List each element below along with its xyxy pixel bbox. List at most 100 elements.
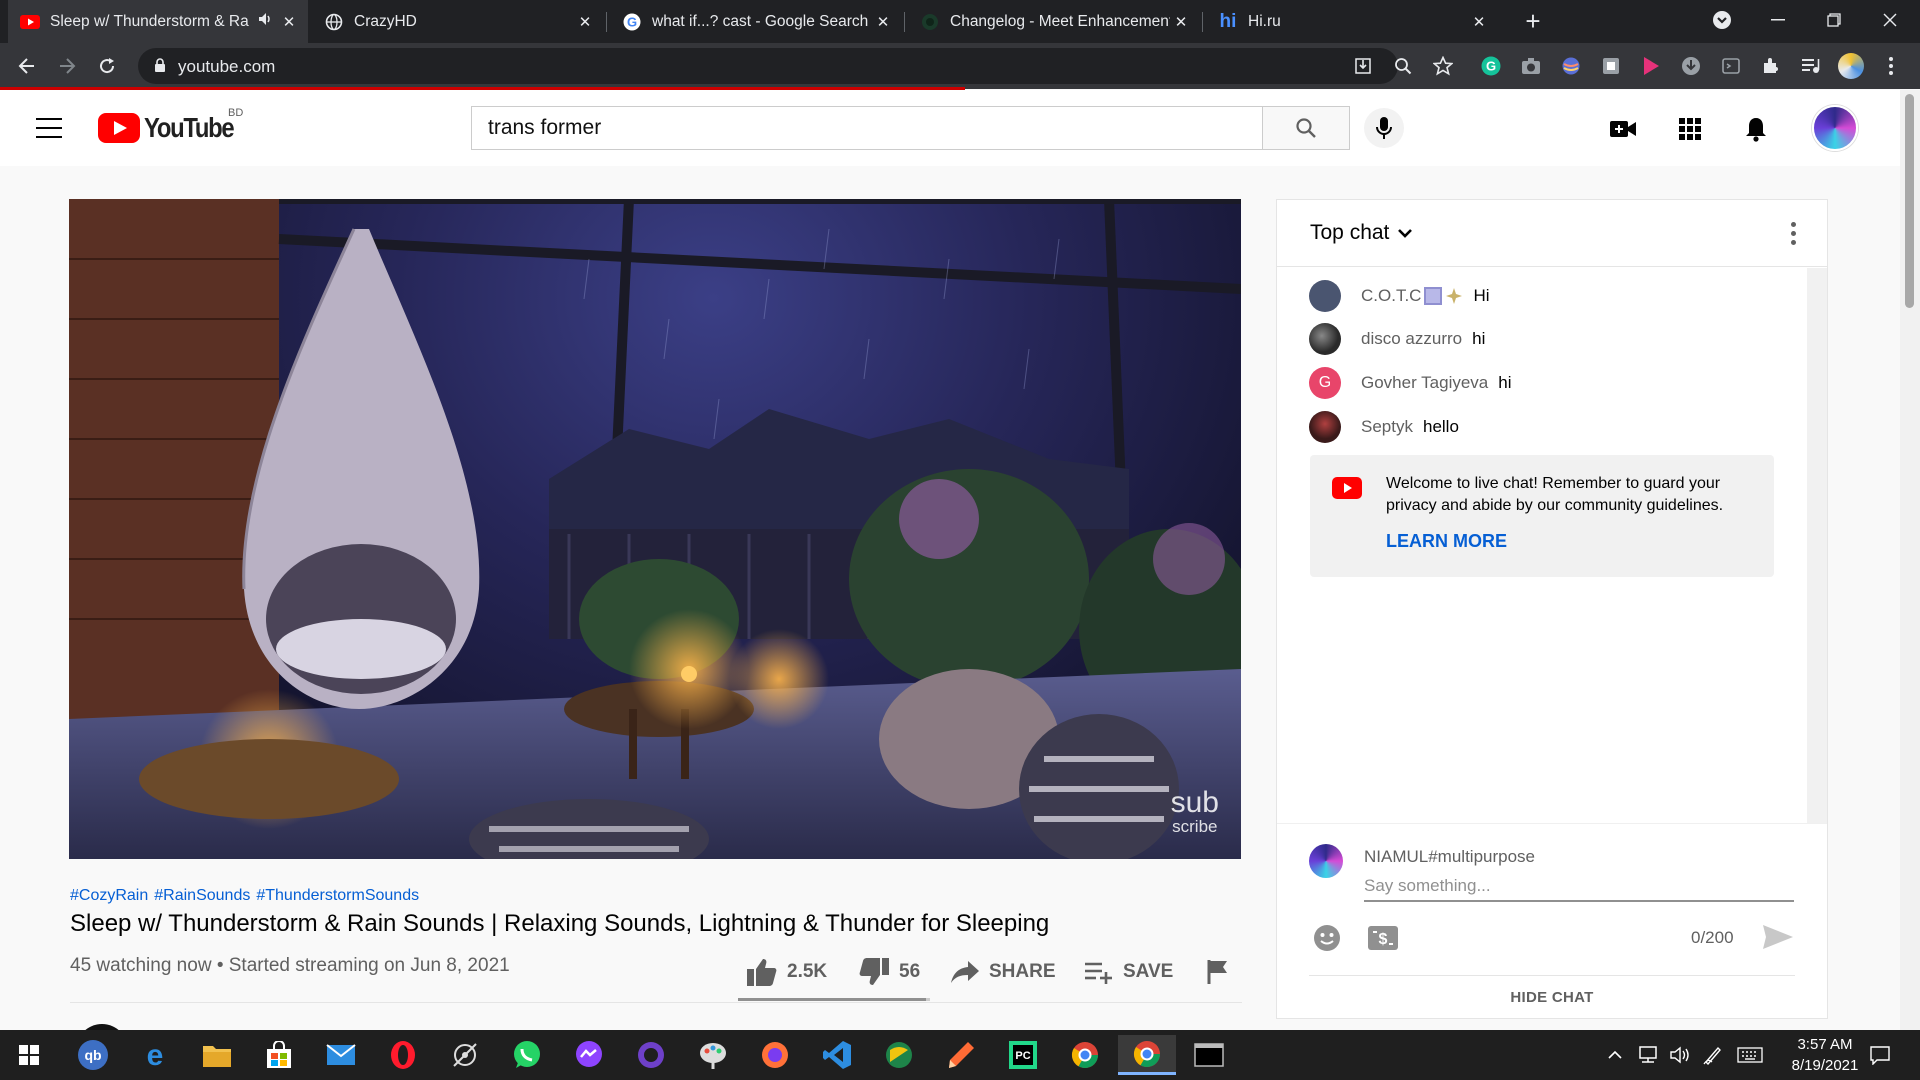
forward-button[interactable] xyxy=(52,51,82,81)
taskbar-github[interactable] xyxy=(622,1035,680,1075)
reload-button[interactable] xyxy=(92,51,122,81)
back-button[interactable] xyxy=(12,51,42,81)
chat-message-input[interactable] xyxy=(1364,874,1794,898)
chat-author[interactable]: Govher Tagiyeva xyxy=(1361,373,1488,393)
network-tray-icon[interactable] xyxy=(1630,1030,1666,1080)
show-hidden-icons[interactable] xyxy=(1598,1030,1632,1080)
taskbar-opera[interactable] xyxy=(374,1035,432,1075)
taskbar-file-explorer[interactable] xyxy=(188,1035,246,1075)
play-extension-icon[interactable] xyxy=(1640,55,1662,77)
apps-button[interactable] xyxy=(1675,114,1705,144)
chat-avatar[interactable]: G xyxy=(1309,367,1341,399)
extension-puzzle-piece-icon[interactable] xyxy=(1600,55,1622,77)
tab-hiru[interactable]: hi Hi.ru ✕ xyxy=(1206,0,1498,43)
hide-chat-button[interactable]: HIDE CHAT xyxy=(1277,989,1827,1006)
new-tab-button[interactable]: + xyxy=(1516,0,1550,43)
emoji-icon[interactable] xyxy=(1313,924,1341,957)
taskbar-chrome-active[interactable] xyxy=(1118,1035,1176,1075)
action-center-button[interactable] xyxy=(1860,1030,1900,1080)
start-button[interactable] xyxy=(0,1035,58,1075)
minimize-button[interactable] xyxy=(1750,0,1806,40)
extensions-puzzle-icon[interactable] xyxy=(1760,55,1782,77)
restore-button[interactable] xyxy=(1806,0,1862,40)
hashtag-link[interactable]: #ThunderstormSounds xyxy=(256,887,419,905)
taskbar-messenger[interactable] xyxy=(560,1035,618,1075)
chat-author[interactable]: Septyk xyxy=(1361,417,1413,437)
bookmark-star-icon[interactable] xyxy=(1432,55,1454,77)
hashtag-link[interactable]: #RainSounds xyxy=(154,887,250,905)
tab-changelog[interactable]: Changelog - Meet Enhancement ✕ xyxy=(908,0,1200,43)
chat-avatar[interactable] xyxy=(1309,323,1341,355)
chat-scrollbar[interactable] xyxy=(1807,268,1827,823)
taskbar-mail[interactable] xyxy=(312,1035,370,1075)
top-chat-dropdown[interactable]: Top chat xyxy=(1310,221,1413,245)
close-tab-icon[interactable]: ✕ xyxy=(1468,13,1490,31)
send-icon[interactable] xyxy=(1762,924,1794,955)
voice-search-button[interactable] xyxy=(1364,108,1404,148)
profile-avatar-icon[interactable] xyxy=(1838,53,1864,79)
save-button[interactable]: SAVE xyxy=(1084,954,1173,990)
close-tab-icon[interactable]: ✕ xyxy=(278,13,300,31)
video-player[interactable]: sub scribe xyxy=(69,199,1241,859)
account-avatar[interactable] xyxy=(1812,105,1858,151)
chat-avatar[interactable] xyxy=(1309,280,1341,312)
camera-icon[interactable] xyxy=(1520,55,1542,77)
page-scrollbar[interactable] xyxy=(1900,90,1920,1030)
like-button[interactable]: 2.5K xyxy=(746,954,827,990)
tab-google-search[interactable]: G what if...? cast - Google Search ✕ xyxy=(610,0,902,43)
install-app-icon[interactable] xyxy=(1352,55,1374,77)
dislike-button[interactable]: 56 xyxy=(858,954,920,990)
taskbar-qbittorrent[interactable]: qb xyxy=(64,1035,122,1075)
taskbar-chrome-beta[interactable] xyxy=(870,1035,928,1075)
close-window-button[interactable] xyxy=(1862,0,1918,40)
taskbar-terminal[interactable] xyxy=(1180,1035,1238,1075)
taskbar-chrome-alt[interactable] xyxy=(1056,1035,1114,1075)
tab-youtube[interactable]: Sleep w/ Thunderstorm & Ra ✕ xyxy=(8,0,308,43)
close-tab-icon[interactable]: ✕ xyxy=(574,13,596,31)
media-controls-icon[interactable] xyxy=(1800,55,1822,77)
keyboard-tray-icon[interactable] xyxy=(1730,1030,1770,1080)
search-box[interactable] xyxy=(471,106,1263,150)
zoom-icon[interactable] xyxy=(1392,55,1414,77)
search-button[interactable] xyxy=(1262,106,1350,150)
grammarly-icon[interactable]: G xyxy=(1480,55,1502,77)
tab-search-button[interactable] xyxy=(1694,0,1750,40)
script-extension-icon[interactable] xyxy=(1720,55,1742,77)
hashtag-link[interactable]: #CozyRain xyxy=(70,887,148,905)
extension-globe-icon[interactable] xyxy=(1560,55,1582,77)
super-chat-icon[interactable]: $ xyxy=(1367,924,1399,957)
search-input[interactable] xyxy=(472,107,1263,149)
page-scroll-thumb[interactable] xyxy=(1905,94,1914,308)
learn-more-link[interactable]: LEARN MORE xyxy=(1386,531,1507,552)
subscribe-watermark[interactable]: sub scribe xyxy=(1171,788,1219,836)
taskbar-edge[interactable]: e xyxy=(126,1035,184,1075)
report-button[interactable] xyxy=(1206,954,1230,990)
volume-tray-icon[interactable] xyxy=(1664,1030,1698,1080)
address-bar[interactable]: youtube.com xyxy=(138,48,1412,84)
taskbar-firefox[interactable] xyxy=(746,1035,804,1075)
notifications-button[interactable] xyxy=(1741,114,1771,144)
speaker-icon[interactable] xyxy=(258,12,274,31)
close-tab-icon[interactable]: ✕ xyxy=(872,13,894,31)
chat-author[interactable]: disco azzurro xyxy=(1361,329,1462,349)
lock-icon[interactable] xyxy=(154,58,166,78)
taskbar-whatsapp[interactable] xyxy=(498,1035,556,1075)
tab-crazyhd[interactable]: CrazyHD ✕ xyxy=(312,0,604,43)
chat-avatar[interactable] xyxy=(1309,411,1341,443)
close-tab-icon[interactable]: ✕ xyxy=(1170,13,1192,31)
share-button[interactable]: SHARE xyxy=(950,954,1056,990)
chat-more-options-icon[interactable] xyxy=(1791,222,1797,249)
taskbar-vscode[interactable] xyxy=(808,1035,866,1075)
create-video-button[interactable] xyxy=(1608,114,1638,144)
download-extension-icon[interactable] xyxy=(1680,55,1702,77)
pen-tray-icon[interactable] xyxy=(1696,1030,1730,1080)
youtube-logo[interactable]: YouTube BD xyxy=(98,107,249,144)
taskbar-paint-app[interactable] xyxy=(684,1035,742,1075)
taskbar-pycharm[interactable]: PC xyxy=(994,1035,1052,1075)
chat-message-field[interactable] xyxy=(1364,874,1794,902)
chat-author[interactable]: C.O.T.C xyxy=(1361,286,1463,306)
taskbar-network-app[interactable] xyxy=(436,1035,494,1075)
browser-menu-icon[interactable] xyxy=(1880,55,1902,77)
taskbar-sketch-app[interactable] xyxy=(932,1035,990,1075)
taskbar-store[interactable] xyxy=(250,1035,308,1075)
